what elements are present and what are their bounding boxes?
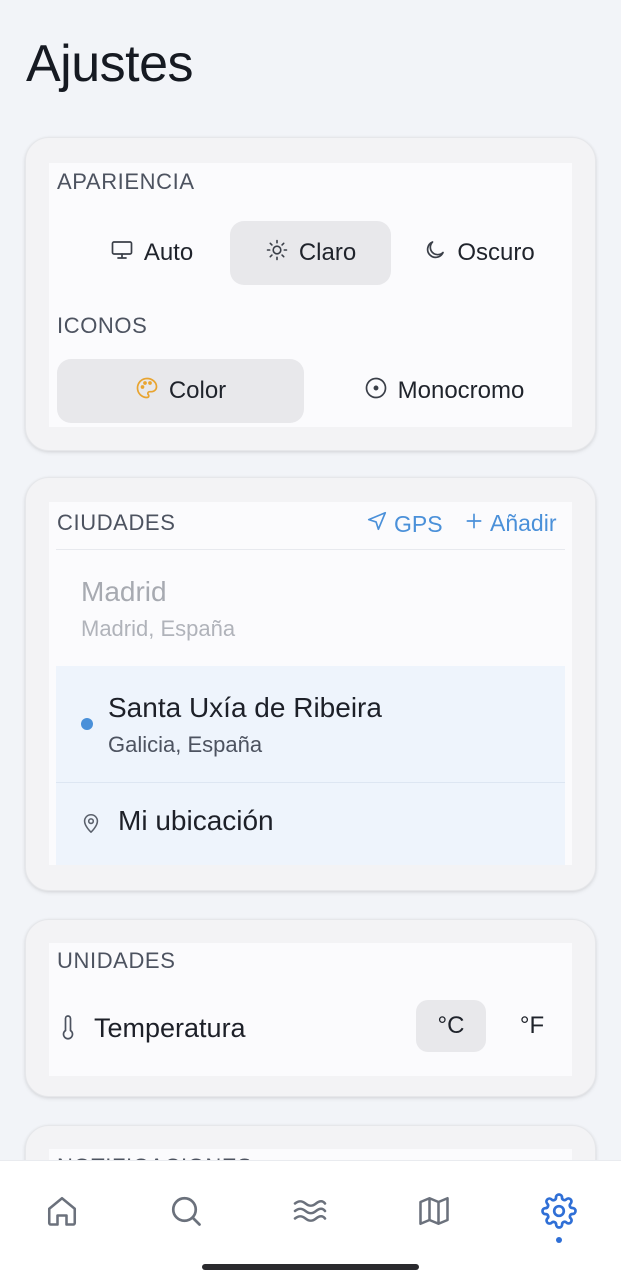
appearance-card: APARIENCIA Auto Claro Oscuro ICONOS Colo… (25, 137, 596, 451)
plus-icon (464, 510, 484, 537)
my-location-item[interactable]: Mi ubicación (56, 783, 565, 865)
waves-icon (292, 1193, 328, 1234)
circle-dot-icon (364, 376, 388, 407)
page-title: Ajustes (26, 35, 194, 93)
icons-color-label: Color (168, 377, 227, 404)
cities-card: CIUDADES GPS Añadir Madrid Madrid, Españ… (25, 477, 596, 891)
nav-search[interactable] (164, 1191, 208, 1235)
search-icon (168, 1193, 204, 1234)
moon-icon (423, 238, 447, 269)
theme-light-label: Claro (298, 239, 357, 266)
monitor-icon (110, 238, 134, 269)
fahrenheit-button[interactable]: °F (497, 1000, 567, 1052)
thermometer-icon (59, 1015, 77, 1046)
city-region: Galicia, España (108, 732, 263, 757)
nav-home[interactable] (40, 1191, 84, 1235)
theme-auto-label: Auto (143, 239, 194, 266)
nav-settings[interactable] (537, 1191, 581, 1235)
icons-mono-label: Monocromo (397, 377, 525, 404)
navigation-arrow-icon (366, 510, 388, 538)
add-city-button[interactable]: Añadir (464, 510, 556, 537)
theme-auto-button[interactable]: Auto (74, 221, 229, 285)
cities-panel: CIUDADES GPS Añadir Madrid Madrid, Españ… (49, 502, 572, 865)
appearance-label: APARIENCIA (57, 169, 195, 194)
icons-mono-button[interactable]: Monocromo (314, 359, 574, 423)
cities-label: CIUDADES (57, 510, 176, 535)
units-label: UNIDADES (57, 948, 176, 973)
icons-label: ICONOS (57, 313, 148, 338)
city-region: Madrid, España (81, 616, 236, 641)
nav-active-indicator (556, 1237, 562, 1243)
theme-light-button[interactable]: Claro (230, 221, 391, 285)
city-item-santa-uxia[interactable]: Santa Uxía de Ribeira Galicia, España (56, 666, 565, 782)
sun-icon (265, 238, 289, 269)
gear-icon (541, 1192, 577, 1234)
city-name: Santa Uxía de Ribeira (108, 692, 382, 723)
nav-waves[interactable] (288, 1191, 332, 1235)
settings-screen: Ajustes APARIENCIA Auto Claro Oscuro ICO… (0, 0, 621, 1280)
city-name: Madrid (81, 576, 167, 607)
city-item-madrid[interactable]: Madrid Madrid, España (56, 550, 565, 666)
map-icon (416, 1193, 452, 1234)
appearance-panel: APARIENCIA Auto Claro Oscuro ICONOS Colo… (49, 163, 572, 427)
units-card: UNIDADES Temperatura °C °F (25, 919, 596, 1097)
my-location-label: Mi ubicación (118, 805, 274, 836)
palette-icon (135, 376, 159, 407)
active-city-dot (81, 718, 93, 730)
celsius-button[interactable]: °C (416, 1000, 486, 1052)
nav-map[interactable] (412, 1191, 456, 1235)
theme-dark-button[interactable]: Oscuro (394, 221, 564, 285)
bottom-navigation (0, 1160, 621, 1280)
add-city-label: Añadir (490, 510, 557, 536)
temperature-label: Temperatura (94, 1013, 246, 1043)
map-pin-icon (80, 811, 102, 840)
icons-color-button[interactable]: Color (57, 359, 304, 423)
home-icon (44, 1193, 80, 1234)
gps-label: GPS (394, 510, 443, 537)
units-panel: UNIDADES Temperatura °C °F (49, 943, 572, 1076)
home-indicator (202, 1264, 419, 1270)
theme-dark-label: Oscuro (457, 239, 535, 266)
gps-button[interactable]: GPS (366, 510, 443, 538)
